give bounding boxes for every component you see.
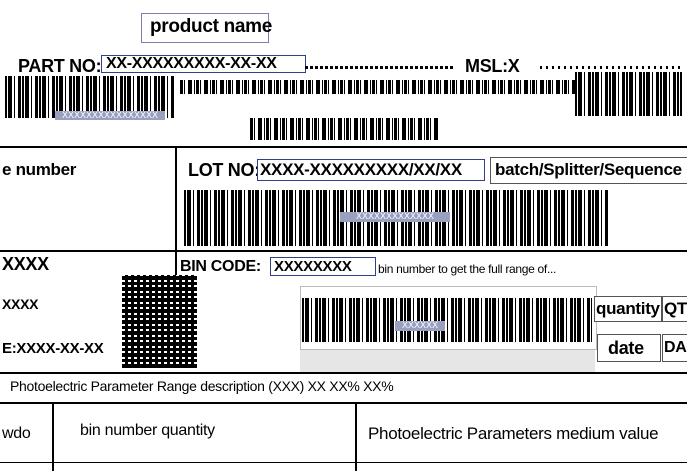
row5-gray-band xyxy=(300,350,595,372)
qty-barcode xyxy=(302,298,592,342)
date-label: date xyxy=(608,338,644,358)
msl-label: MSL:X xyxy=(465,56,520,76)
part-no-value: XX-XXXXXXXXX-XX-XX xyxy=(106,55,277,72)
footer-divider-2 xyxy=(355,404,357,471)
bin-code-value: XXXXXXXX xyxy=(274,258,352,275)
bin-note: bin number to get the full range of... xyxy=(378,262,557,276)
row5-left-value: E:XXXX-XX-XX xyxy=(2,340,104,357)
lot-barcode-text: XXXXXXXXXXXXX xyxy=(340,212,450,222)
lot-label: LOT NO: xyxy=(188,160,260,180)
batch-label: batch/Splitter/Sequence xyxy=(495,160,682,179)
part-barcode-right xyxy=(575,72,682,116)
divider-3 xyxy=(0,372,687,374)
part-no-trail-line xyxy=(305,66,455,69)
qty-barcode-text: XXXXXX xyxy=(395,321,445,331)
divider-4 xyxy=(0,402,687,404)
qr-code xyxy=(122,275,197,368)
bin-code-label: BIN CODE: xyxy=(180,258,261,275)
footer-left: wdo xyxy=(2,425,31,442)
part-barcode-mid xyxy=(180,80,580,94)
divider-2 xyxy=(0,250,687,252)
row2-left-label: e number xyxy=(2,160,77,179)
part-barcode-sub xyxy=(250,118,440,140)
msl-trail-line xyxy=(540,66,680,69)
date-value: DA xyxy=(664,339,687,356)
lot-value: XXXX-XXXXXXXXX/XX/XX xyxy=(260,160,462,179)
row3-left-value: XXXX xyxy=(2,254,49,274)
quantity-value: QTY xyxy=(664,299,687,318)
row6-text: Photoelectric Parameter Range descriptio… xyxy=(10,378,394,394)
footer-divider-1 xyxy=(52,404,54,471)
divider-5 xyxy=(0,462,687,463)
footer-right: Photoelectric Parameters medium value xyxy=(368,424,659,443)
quantity-label: quantity xyxy=(596,299,660,318)
part-barcode-text: XXXXXXXXXXXXXXXX xyxy=(55,111,165,120)
part-no-label: PART NO: xyxy=(18,56,102,76)
row4-left-value: XXXX xyxy=(2,296,39,312)
footer-mid: bin number quantity xyxy=(80,422,215,439)
product-name: product name xyxy=(150,16,273,37)
divider-1 xyxy=(0,146,687,148)
